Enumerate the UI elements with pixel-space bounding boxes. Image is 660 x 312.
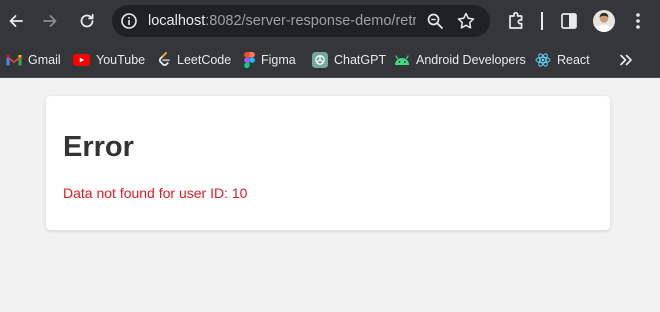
youtube-icon xyxy=(73,54,90,66)
url-text[interactable]: localhost:8082/server-response-demo/retr… xyxy=(148,12,416,30)
bookmark-react[interactable]: React xyxy=(535,50,590,70)
bookmark-star-icon[interactable] xyxy=(456,11,476,31)
chatgpt-icon xyxy=(312,52,328,68)
error-message: Data not found for user ID: 10 xyxy=(63,185,248,201)
bookmark-label: Figma xyxy=(261,53,296,67)
reload-button[interactable] xyxy=(75,9,99,33)
address-bar[interactable]: localhost:8082/server-response-demo/retr… xyxy=(112,5,490,37)
error-card: Error Data not found for user ID: 10 xyxy=(46,96,610,230)
url-path: :8082/server-response-demo/retri... xyxy=(205,13,416,29)
react-icon xyxy=(535,53,551,67)
bookmark-leetcode[interactable]: LeetCode xyxy=(157,50,231,70)
bookmark-chatgpt[interactable]: ChatGPT xyxy=(312,50,386,70)
side-panel-icon[interactable] xyxy=(558,10,580,32)
bookmark-android-developers[interactable]: Android Developers xyxy=(394,50,526,70)
leetcode-icon xyxy=(158,52,170,66)
bookmark-label: LeetCode xyxy=(177,53,232,67)
back-button[interactable] xyxy=(4,9,28,33)
zoom-icon[interactable] xyxy=(426,12,444,30)
android-icon xyxy=(395,55,409,65)
bookmark-label: React xyxy=(557,53,590,67)
figma-icon xyxy=(244,52,255,68)
more-menu-icon[interactable] xyxy=(627,10,649,32)
url-host: localhost xyxy=(148,13,206,29)
extensions-icon[interactable] xyxy=(505,10,527,32)
browser-toolbar: localhost:8082/server-response-demo/retr… xyxy=(0,0,660,42)
bookmark-label: Android Developers xyxy=(416,53,526,67)
bookmark-label: Gmail xyxy=(28,53,61,67)
bookmark-youtube[interactable]: YouTube xyxy=(73,50,145,70)
arrow-right-icon xyxy=(43,15,57,27)
bookmark-label: ChatGPT xyxy=(334,53,387,67)
toolbar-divider xyxy=(541,12,543,30)
reload-icon xyxy=(80,13,94,28)
chevron-double-right-icon[interactable] xyxy=(616,50,636,70)
arrow-left-icon xyxy=(9,15,23,27)
info-icon[interactable] xyxy=(120,12,138,30)
avatar[interactable] xyxy=(593,10,615,32)
profile-avatar-icon xyxy=(596,12,612,32)
page-title: Error xyxy=(63,131,134,163)
bookmark-label: YouTube xyxy=(96,53,146,67)
bookmarks-bar: Gmail YouTube LeetCode Figma ChatGPT And… xyxy=(0,42,660,78)
forward-button[interactable] xyxy=(38,9,62,33)
gmail-icon xyxy=(6,55,22,66)
bookmark-gmail[interactable]: Gmail xyxy=(6,50,61,70)
bookmark-figma[interactable]: Figma xyxy=(244,50,296,70)
